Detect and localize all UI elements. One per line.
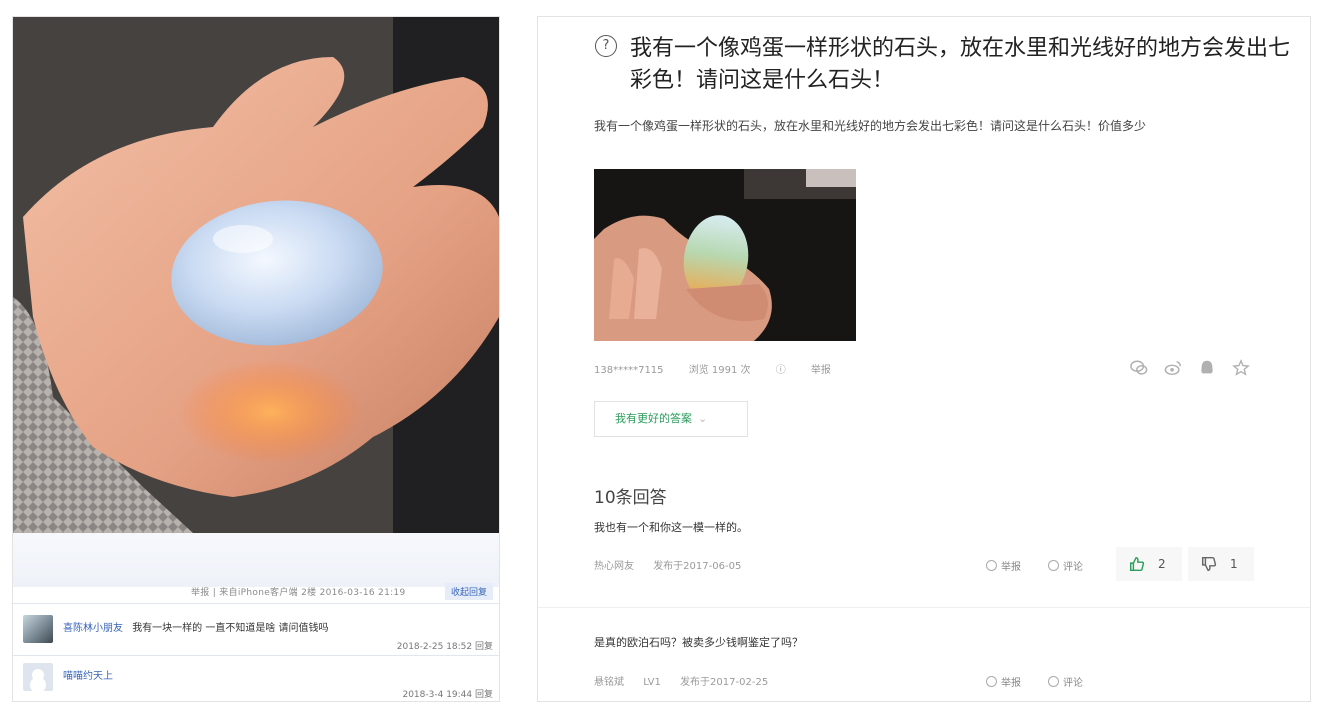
answer-author[interactable]: 悬铭斌 [594,677,624,688]
answer-date: 发布于2017-02-25 [680,677,769,688]
question-title: 我有一个像鸡蛋一样形状的石头，放在水里和光线好的地方会发出七彩色！请问这是什么石… [630,36,1291,93]
comment-label: 评论 [1063,562,1083,573]
comment-button[interactable]: 评论 [1048,674,1083,689]
view-count: 浏览 1991 次 [688,365,751,376]
question-image[interactable] [594,169,856,341]
report-button[interactable]: 举报 [986,674,1021,689]
report-label: 举报 [1001,562,1021,573]
comment-item: 喜陈林小朋友 我有一块一样的 一直不知道是啥 请问值钱吗 2018-2-25 1… [23,615,493,652]
question-photo-illustration [594,169,856,341]
asker-id[interactable]: 138*****7115 [594,365,664,376]
dislike-button[interactable]: 1 [1188,547,1254,581]
comment-button[interactable]: 评论 [1048,558,1083,573]
report-label: 举报 [810,365,831,376]
answer-meta: 热心网友 发布于2017-06-05 [594,557,757,572]
divider [13,655,499,656]
report-icon: ⓘ [775,365,789,376]
thumbs-up-icon [1129,556,1145,572]
better-answer-label: 我有更好的答案 [615,412,692,425]
comment-user-link[interactable]: 喜陈林小朋友 [63,623,123,634]
comment-meta[interactable]: 2018-3-4 19:44 回复 [402,687,493,700]
collapse-replies-button[interactable]: 收起回复 [444,583,493,600]
answer-text: 是真的欧泊石吗？被卖多少钱啊鉴定了吗？ [594,636,803,649]
answer-date: 发布于2017-06-05 [653,561,742,572]
comment-icon [1048,676,1059,687]
post-meta-strip [13,533,499,587]
comment-body: 我有一块一样的 一直不知道是啥 请问值钱吗 [132,623,329,634]
qq-icon[interactable] [1198,359,1216,377]
dislike-count: 1 [1230,557,1238,571]
hand-holding-stone-photo [13,17,499,533]
report-link[interactable]: ⓘ 举报 [776,365,853,376]
report-label: 举报 [1001,678,1021,689]
wechat-icon[interactable] [1130,359,1148,377]
answer-level: LV1 [643,677,661,688]
report-icon [986,676,997,687]
question-icon: ? [595,35,617,57]
answer-meta: 悬铭斌 LV1 发布于2017-02-25 [594,673,784,688]
star-icon[interactable] [1232,359,1250,377]
report-button[interactable]: 举报 [986,558,1021,573]
comment-text: 喵喵约天上 [63,667,119,682]
thumbs-down-icon [1201,556,1217,572]
like-button[interactable]: 2 [1116,547,1182,581]
comment-icon [1048,560,1059,571]
photo-illustration [13,17,499,533]
report-icon [986,560,997,571]
answer-text: 我也有一个和你这一模一样的。 [594,521,748,534]
divider [13,603,499,604]
left-forum-screenshot: 举报 | 来自iPhone客户端 2楼 2016-03-16 21:19 收起回… [12,16,500,702]
answer-author[interactable]: 热心网友 [594,561,634,572]
share-icons [1130,359,1250,377]
answers-count: 10条回答 [594,488,667,508]
question-stats: 138*****7115 浏览 1991 次 ⓘ 举报 [594,361,875,376]
question-description: 我有一个像鸡蛋一样形状的石头，放在水里和光线好的地方会发出七彩色！请问这是什么石… [594,119,1147,133]
comment-label: 评论 [1063,678,1083,689]
chevron-down-icon: ⌄ [698,412,708,425]
better-answer-button[interactable]: 我有更好的答案 ⌄ [594,401,748,437]
avatar[interactable] [23,615,53,643]
divider [538,607,1310,608]
comment-user-link[interactable]: 喵喵约天上 [63,671,113,682]
comment-text: 喜陈林小朋友 我有一块一样的 一直不知道是啥 请问值钱吗 [63,619,329,634]
like-count: 2 [1158,557,1166,571]
comment-item: 喵喵约天上 2018-3-4 19:44 回复 [23,663,493,700]
comment-meta[interactable]: 2018-2-25 18:52 回复 [397,639,493,652]
weibo-icon[interactable] [1164,359,1182,377]
avatar[interactable] [23,663,53,691]
post-meta-line: 举报 | 来自iPhone客户端 2楼 2016-03-16 21:19 [191,588,406,598]
right-qa-screenshot: ? 我有一个像鸡蛋一样形状的石头，放在水里和光线好的地方会发出七彩色！请问这是什… [537,16,1311,702]
